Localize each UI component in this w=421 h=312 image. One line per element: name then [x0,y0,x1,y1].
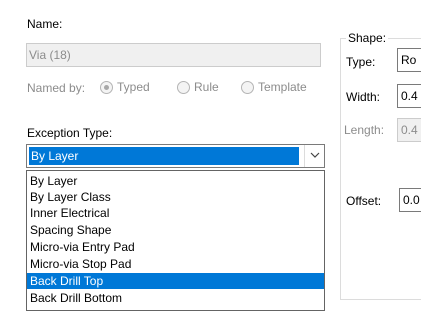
radio-typed-indicator [100,80,113,94]
list-item-micro-via-entry-pad[interactable]: Micro-via Entry Pad [27,239,324,255]
radio-rule-indicator [177,80,190,94]
shape-groupbox [340,38,421,300]
chevron-down-icon [310,152,320,158]
list-item-micro-via-stop-pad[interactable]: Micro-via Stop Pad [27,256,324,272]
named-by-template-radio: Template [241,80,307,94]
width-field[interactable]: 0.4 [397,84,421,108]
radio-template-label: Template [258,80,307,94]
list-item-by-layer-class[interactable]: By Layer Class [27,189,324,205]
exception-type-combobox[interactable]: By Layer [26,144,325,168]
length-label: Length: [344,123,385,137]
list-item-back-drill-top[interactable]: Back Drill Top [27,273,324,289]
shape-type-field[interactable]: Ro [397,48,421,72]
exception-type-selected: By Layer [29,147,299,165]
list-item-by-layer[interactable]: By Layer [27,173,324,189]
exception-type-list[interactable]: By Layer By Layer Class Inner Electrical… [26,170,325,311]
list-item-back-drill-bottom[interactable]: Back Drill Bottom [27,290,324,306]
named-by-label: Named by: [27,81,86,95]
offset-label: Offset: [346,194,382,208]
list-item-inner-electrical[interactable]: Inner Electrical [27,205,324,221]
named-by-typed-radio: Typed [100,80,150,94]
width-label: Width: [346,90,381,104]
list-item-spacing-shape[interactable]: Spacing Shape [27,222,324,238]
shape-type-label: Type: [346,55,376,69]
radio-typed-label: Typed [117,80,150,94]
exception-type-label: Exception Type: [27,126,113,140]
named-by-rule-radio: Rule [177,80,219,94]
radio-template-indicator [241,80,254,94]
name-label: Name: [27,17,63,31]
shape-group-title: Shape: [346,31,389,45]
exception-type-dropdown-button[interactable] [304,145,324,167]
length-field: 0.4 [397,118,421,142]
offset-field[interactable]: 0.0 [399,188,421,212]
radio-rule-label: Rule [194,80,219,94]
name-field: Via (18) [26,43,321,67]
